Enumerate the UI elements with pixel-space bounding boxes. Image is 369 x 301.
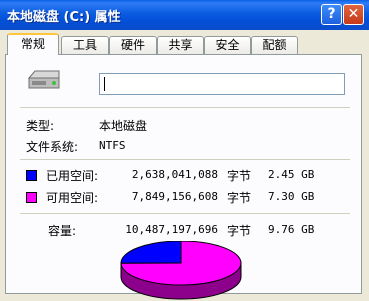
free-space-unit: 字节 [227,191,252,205]
usage-pie-chart [120,241,242,300]
separator [20,107,350,108]
used-space-label: 已用空间: [46,169,99,183]
tab-sharing[interactable]: 共享 [157,36,204,54]
capacity-size: 9.76 GB [268,223,315,236]
tab-quota[interactable]: 配额 [251,36,298,54]
used-space-bytes: 2,638,041,088 [131,168,218,181]
tab-security[interactable]: 安全 [204,36,251,54]
used-space-size: 2.45 GB [268,168,315,181]
help-button[interactable]: ? [321,4,342,25]
drive-name-input[interactable] [99,73,345,95]
pie-slice-used [120,241,182,264]
tab-tools[interactable]: 工具 [61,36,109,54]
used-space-unit: 字节 [227,169,252,183]
separator [20,213,350,214]
tab-hardware[interactable]: 硬件 [109,36,157,54]
capacity-unit: 字节 [227,224,252,238]
file-system-value: NTFS [99,139,126,152]
window-title: 本地磁盘 (C:) 属性 [7,10,121,25]
separator [20,159,350,160]
tab-strip: 常规 工具 硬件 共享 安全 配额 [0,30,369,55]
capacity-bytes: 10,487,197,696 [125,223,218,236]
free-space-swatch [26,192,37,203]
file-system-label: 文件系统: [26,140,79,154]
title-bar: 本地磁盘 (C:) 属性 ? ✕ [0,0,369,30]
free-space-size: 7.30 GB [268,190,315,203]
free-space-bytes: 7,849,156,608 [131,190,218,203]
capacity-label: 容量: [48,224,77,238]
type-label: 类型: [26,119,55,133]
close-button[interactable]: ✕ [343,4,364,25]
text-caret [104,77,105,91]
used-space-swatch [26,170,37,181]
hard-drive-icon [27,70,60,89]
type-value: 本地磁盘 [99,119,148,133]
general-panel: 类型: 本地磁盘 文件系统: NTFS 已用空间: 2,638,041,088 … [5,54,362,300]
tab-general[interactable]: 常规 [7,33,59,55]
free-space-label: 可用空间: [46,191,99,205]
